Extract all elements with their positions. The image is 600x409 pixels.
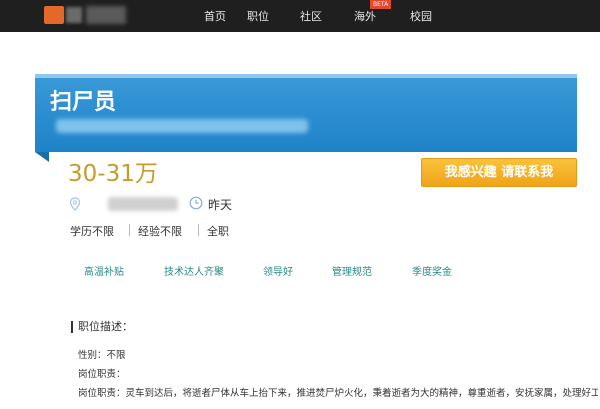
banner-highlight bbox=[35, 74, 577, 78]
top-nav-bar: 首页 职位 社区 海外 BETA 校园 bbox=[0, 0, 600, 32]
nav-community[interactable]: 社区 bbox=[300, 8, 322, 24]
section-title-description: 职位描述： bbox=[71, 321, 133, 333]
benefit-tag: 管理规范 bbox=[332, 267, 372, 278]
location-blurred bbox=[108, 197, 178, 211]
req-type: 全职 bbox=[207, 225, 229, 238]
site-logo[interactable] bbox=[44, 4, 126, 26]
nav-jobs[interactable]: 职位 bbox=[247, 8, 269, 24]
clock-icon bbox=[189, 196, 203, 210]
req-education: 学历不限 bbox=[70, 225, 114, 238]
apply-interest-button[interactable]: 我感兴趣 请联系我 bbox=[421, 158, 577, 187]
banner-fold bbox=[35, 152, 49, 162]
nav-overseas[interactable]: 海外 bbox=[354, 8, 376, 24]
overseas-badge: BETA bbox=[370, 0, 392, 9]
benefit-tag: 领导好 bbox=[263, 267, 293, 278]
benefit-tag: 季度奖金 bbox=[412, 267, 452, 278]
job-header-banner bbox=[35, 74, 577, 152]
nav-home[interactable]: 首页 bbox=[204, 8, 226, 24]
nav-campus[interactable]: 校园 bbox=[410, 8, 432, 24]
desc-duties-label: 岗位职责： bbox=[78, 369, 126, 380]
desc-gender: 性别：不限 bbox=[78, 350, 126, 361]
benefit-tag: 技术达人齐聚 bbox=[164, 267, 224, 278]
logo-mark bbox=[44, 6, 64, 24]
req-separator bbox=[129, 224, 130, 236]
company-name-blurred bbox=[56, 119, 308, 133]
req-experience: 经验不限 bbox=[138, 225, 182, 238]
posted-time: 昨天 bbox=[208, 198, 233, 212]
req-separator bbox=[198, 224, 199, 236]
logo-blurred-part bbox=[66, 7, 82, 23]
salary: 30-31万 bbox=[68, 161, 158, 187]
location-pin-icon bbox=[69, 197, 81, 211]
job-title: 扫尸员 bbox=[50, 90, 117, 115]
logo-blurred-text bbox=[86, 6, 126, 24]
desc-duties-text: 岗位职责：灵车到达后，将逝者尸体从车上抬下来，推进焚尸炉火化，秉着逝者为大的精神… bbox=[78, 388, 598, 399]
benefit-tag: 高温补贴 bbox=[84, 267, 124, 278]
